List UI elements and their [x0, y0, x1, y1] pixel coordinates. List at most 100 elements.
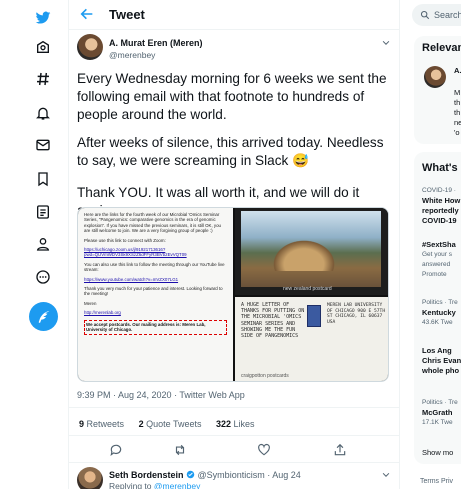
replying-prefix: Replying to [109, 481, 152, 489]
relevant-person-name[interactable]: A. [454, 66, 461, 75]
tweet-text-paragraph-2-text: After weeks of silence, this arrived tod… [77, 135, 384, 168]
divider [69, 435, 399, 436]
tweet-text-paragraph-2: After weeks of silence, this arrived tod… [77, 134, 397, 170]
relevant-bio-line: th [454, 98, 461, 107]
trend-item[interactable]: #SextSha Get your s answered Promote [422, 240, 461, 280]
tweet-timestamp[interactable]: 9:39 PM · Aug 24, 2020 · Twitter Web App [77, 390, 245, 400]
quotes-count: 2 [138, 419, 144, 429]
postcard-footer: craigpotton postcards [241, 373, 289, 379]
relevant-bio-line: 'o [454, 128, 460, 137]
reply-author-avatar[interactable] [77, 467, 103, 489]
likes-stat[interactable]: 322 Likes [216, 419, 255, 429]
lists-icon[interactable] [29, 198, 57, 226]
replying-to: Replying to @merenbey [109, 481, 200, 489]
email-signature: Meren [84, 300, 97, 306]
trend-context: Politics · Tre [422, 399, 458, 406]
retweets-stat[interactable]: 9 Retweets [79, 419, 124, 429]
chevron-down-icon[interactable] [381, 470, 391, 480]
reply-handle-time[interactable]: @Symbionticism · Aug 24 [198, 470, 301, 480]
trend-line: reportedly [422, 206, 459, 215]
tweet-column: Tweet A. Murat Eren (Meren) @merenbey Ev… [68, 0, 400, 489]
email-zoom-link: https://uchicago.zoom.us/j/91921713616?p… [84, 247, 187, 258]
postage-stamp [307, 305, 321, 327]
sidebar-footer-links[interactable]: Terms Priv [420, 478, 453, 485]
trend-line: COVID-19 [422, 216, 457, 225]
back-arrow-icon[interactable] [79, 6, 95, 22]
postcard-back-image[interactable]: A huge letter of thanks for putting on t… [235, 297, 388, 381]
like-icon[interactable] [257, 443, 271, 457]
author-name[interactable]: A. Murat Eren (Meren) [109, 38, 203, 48]
reply-icon[interactable] [109, 443, 123, 457]
author-handle[interactable]: @merenbey [109, 50, 155, 60]
more-icon[interactable] [29, 263, 57, 291]
whats-happening-title: What's [422, 162, 458, 174]
left-navigation [0, 0, 68, 489]
sweat-smile-emoji: 😅 [292, 153, 310, 168]
retweet-icon[interactable] [173, 443, 187, 457]
retweets-label: Retweets [86, 419, 125, 429]
right-sidebar: Search Relevant A. M th th ne 'o What's … [400, 0, 461, 489]
email-zoom-text: Please use this link to connect with Zoo… [84, 237, 166, 243]
trend-line: answered [422, 261, 451, 268]
divider [69, 407, 399, 408]
explore-icon[interactable] [29, 33, 57, 61]
email-youtube-link: https://www.youtube.com/watch?v=mVZX07LG… [84, 276, 179, 282]
postcard-front-label: new zealand postcard [283, 286, 332, 292]
search-input[interactable]: Search [412, 4, 461, 26]
trend-item[interactable]: Politics · Tre McGrath 17.1K Twe [422, 398, 461, 428]
landscape-photo [241, 211, 381, 287]
trend-item[interactable]: COVID-19 · White How reportedly COVID-19 [422, 186, 461, 226]
reply-author-name[interactable]: Seth Bordenstein [109, 470, 184, 480]
twitter-logo-icon[interactable] [29, 4, 57, 32]
likes-label: Likes [233, 419, 255, 429]
verified-badge-icon [186, 470, 195, 479]
reply-header: Seth Bordenstein @Symbionticism · Aug 24 [109, 470, 301, 480]
trend-title: Chris Evan [422, 356, 461, 365]
postcard-front-image[interactable]: new zealand postcard [235, 208, 388, 295]
email-screenshot-image[interactable]: Here are the links for the fourth week o… [78, 208, 233, 381]
trend-line: whole pho [422, 366, 460, 375]
trend-title: McGrath [422, 408, 453, 417]
email-intro: Here are the links for the fourth week o… [84, 212, 221, 234]
bookmarks-icon[interactable] [29, 165, 57, 193]
postcard-handwriting: A huge letter of thanks for putting on t… [241, 302, 305, 340]
profile-icon[interactable] [29, 230, 57, 258]
trend-title: #SextSha [422, 240, 456, 249]
retweets-count: 9 [79, 419, 85, 429]
relevant-bio-line: M [454, 88, 461, 97]
trend-line: 17.1K Twe [422, 419, 453, 426]
tweet-media[interactable]: Here are the links for the fourth week o… [77, 207, 389, 382]
email-lab-link: http://merenlab.org [84, 310, 121, 316]
relevant-title: Relevant [422, 42, 461, 54]
postcard-address: Meren Lab University of Chicago 900 E 57… [327, 303, 386, 325]
divider [69, 462, 399, 463]
trend-item[interactable]: Politics · Tre Kentucky 43.6K Twe [422, 298, 461, 328]
tweet-actions [69, 441, 399, 461]
header-bar: Tweet [69, 0, 399, 30]
messages-icon[interactable] [29, 131, 57, 159]
likes-count: 322 [216, 419, 232, 429]
show-more-link[interactable]: Show mo [422, 448, 461, 458]
promoted-label: Promote [422, 271, 447, 278]
tweet-stats: 9 Retweets 2 Quote Tweets 322 Likes [79, 419, 267, 429]
tweet-text-paragraph-1: Every Wednesday morning for 6 weeks we s… [77, 71, 387, 122]
share-icon[interactable] [333, 443, 347, 457]
page-title: Tweet [109, 7, 145, 22]
notifications-icon[interactable] [29, 99, 57, 127]
trend-line: 43.6K Twe [422, 319, 453, 326]
trend-item[interactable]: Los Ang Chris Evan whole pho [422, 346, 461, 376]
trend-title: Kentucky [422, 308, 456, 317]
trend-title: White How [422, 196, 461, 205]
relevant-person-avatar[interactable] [424, 66, 446, 88]
author-avatar[interactable] [77, 34, 103, 60]
whats-happening-panel: What's COVID-19 · White How reportedly C… [414, 152, 461, 464]
chevron-down-icon[interactable] [381, 38, 391, 48]
email-thanks: Thank you very much for your patience an… [84, 286, 223, 297]
compose-icon[interactable] [29, 302, 58, 331]
replying-handle-link[interactable]: @merenbey [154, 481, 200, 489]
trend-context: COVID-19 · [422, 187, 456, 194]
search-placeholder: Search [434, 10, 461, 20]
quotes-stat[interactable]: 2 Quote Tweets [139, 419, 202, 429]
hashtag-icon[interactable] [29, 65, 57, 93]
relevant-bio-line: th [454, 108, 461, 117]
